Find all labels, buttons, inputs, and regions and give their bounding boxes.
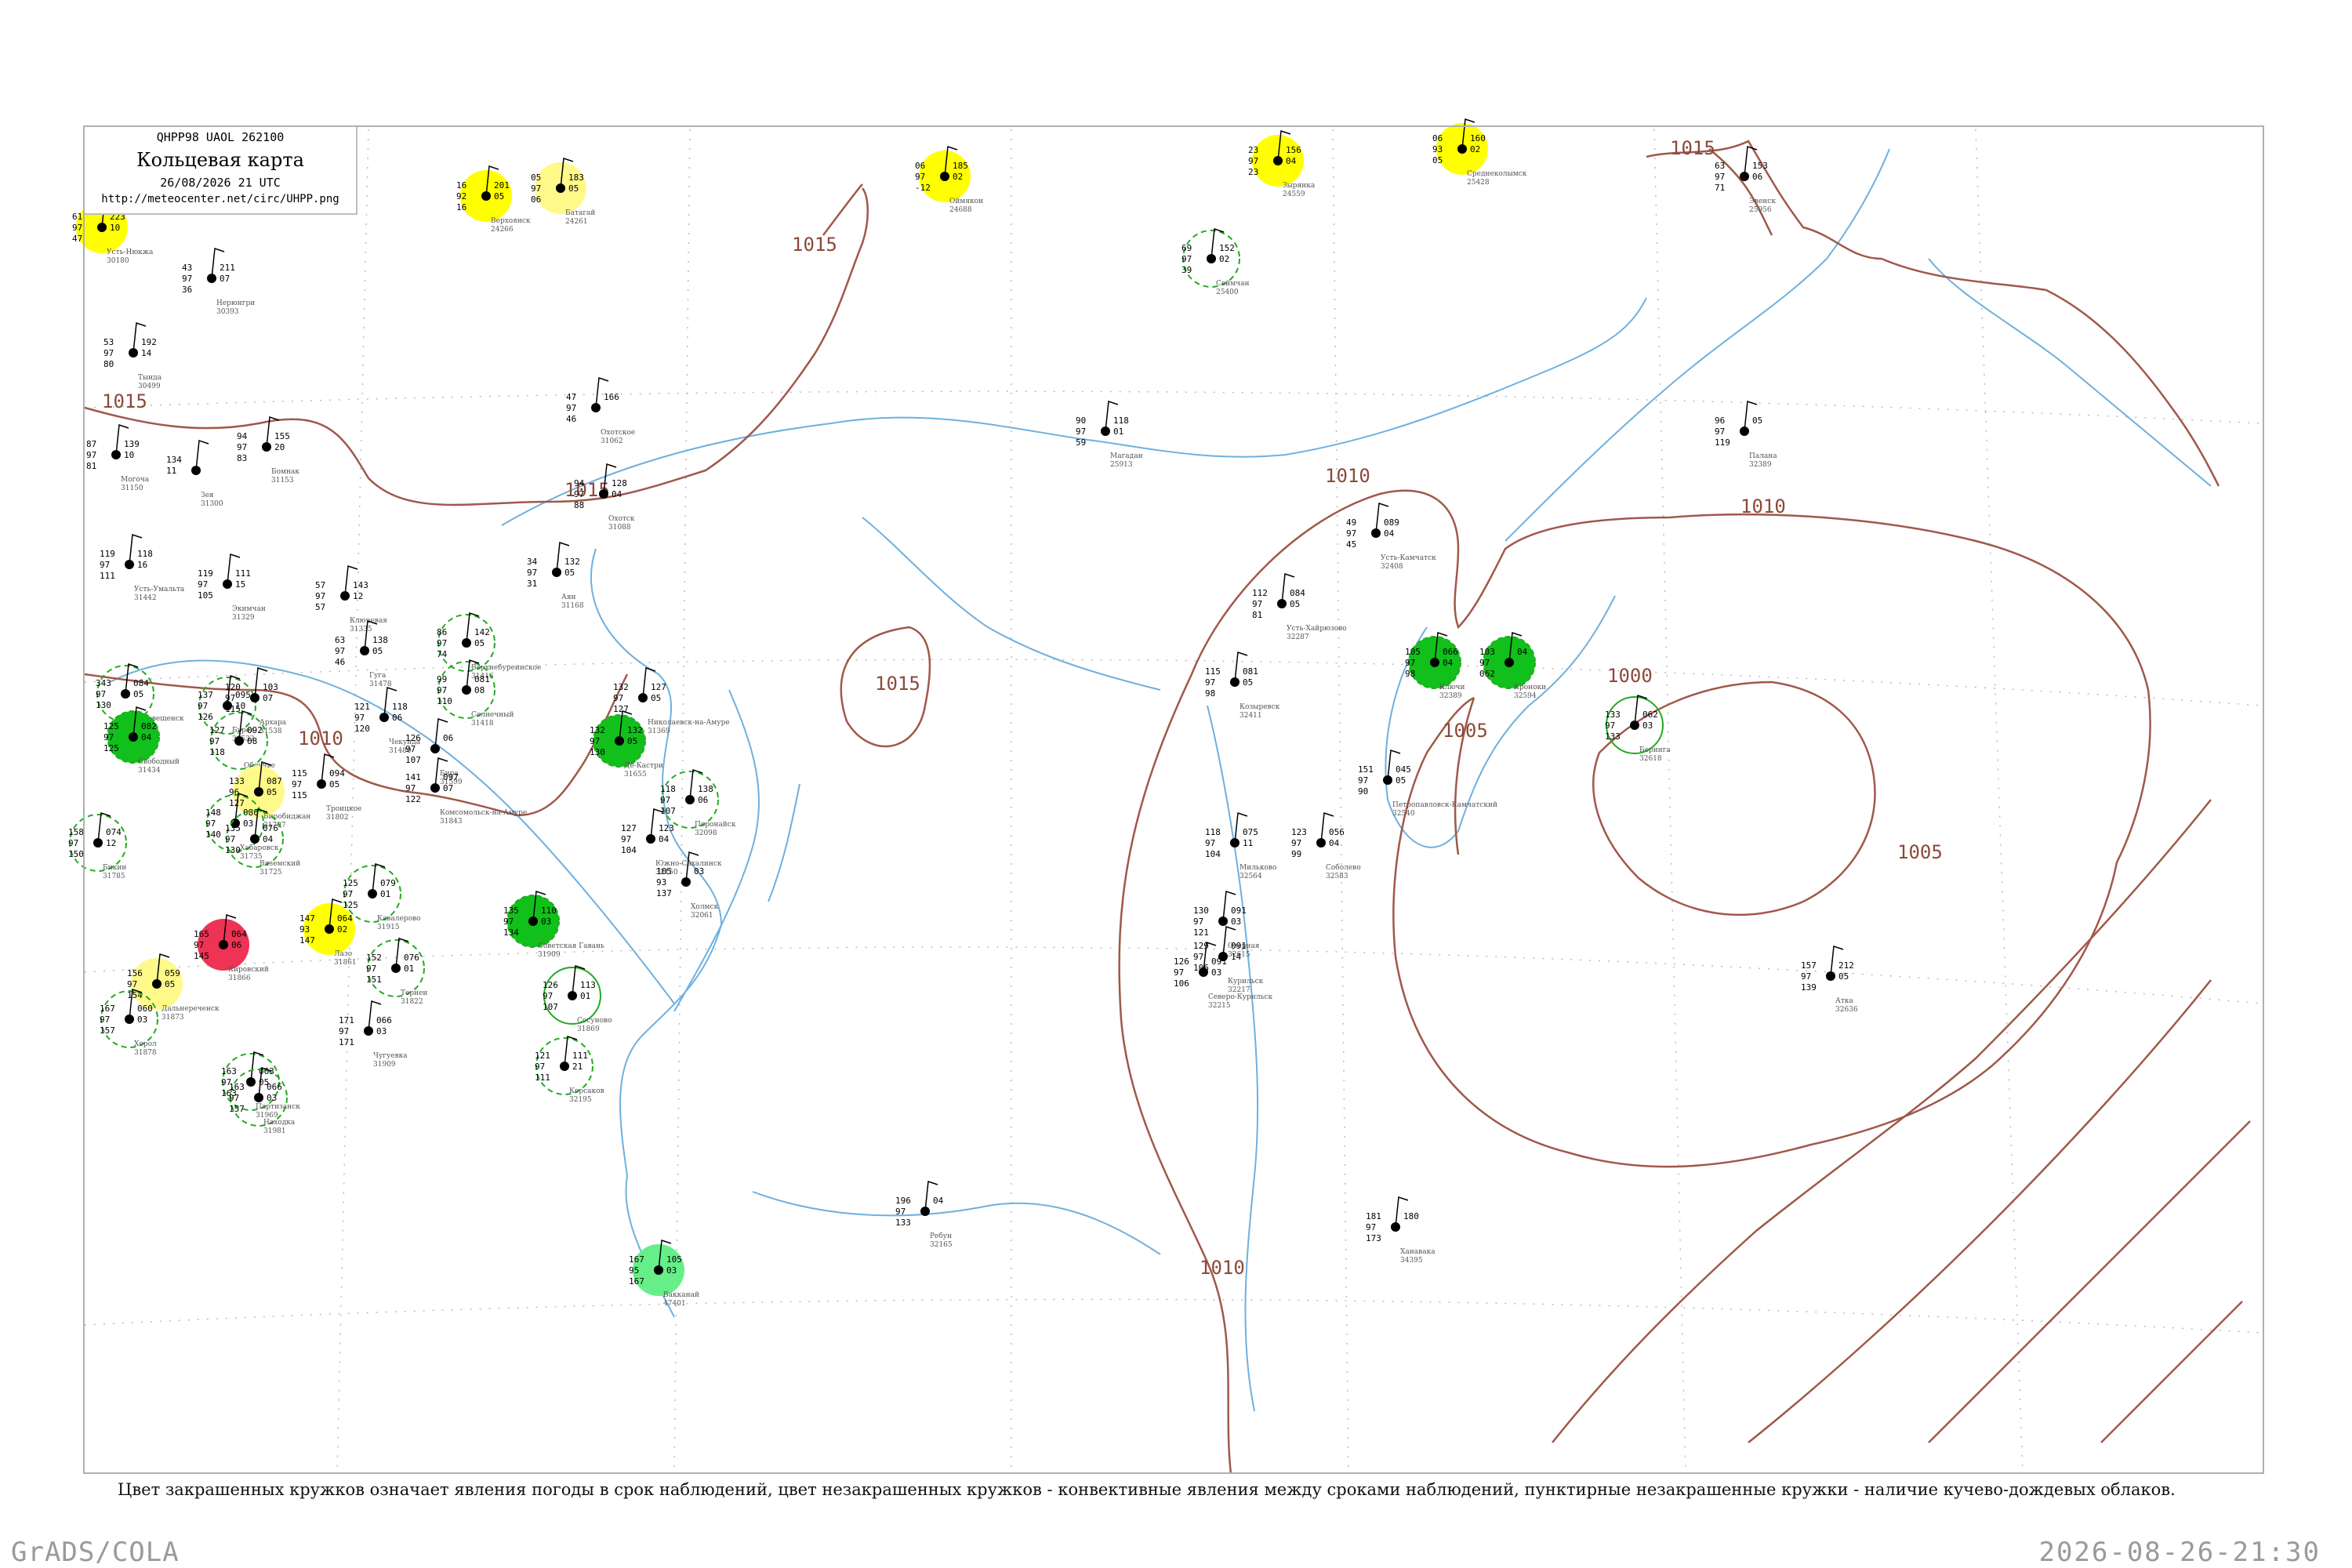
map-date: 26/08/2026 21 UTC <box>160 176 281 190</box>
station-value: 97 <box>72 223 82 233</box>
map-title: Кольцевая карта <box>136 149 304 171</box>
title-box: QHPP98 UAOL 262100 Кольцевая карта 26/08… <box>85 127 358 215</box>
station-value: 47 <box>72 234 82 244</box>
bulletin-code: QHPP98 UAOL 262100 <box>156 130 285 144</box>
software-credit: GrADS/COLA <box>11 1537 180 1568</box>
map-frame <box>83 125 2264 1474</box>
station-value: 97 <box>68 838 78 848</box>
station-value: 61 <box>72 212 82 222</box>
render-timestamp: 2026-08-26-21:30 <box>2038 1537 2321 1568</box>
source-url[interactable]: http://meteocenter.net/circ/UHPP.png <box>85 193 356 205</box>
station-value: 150 <box>68 849 84 859</box>
station-value: 158 <box>68 827 84 837</box>
legend-caption: Цвет закрашенных кружков означает явлени… <box>118 1480 2176 1499</box>
